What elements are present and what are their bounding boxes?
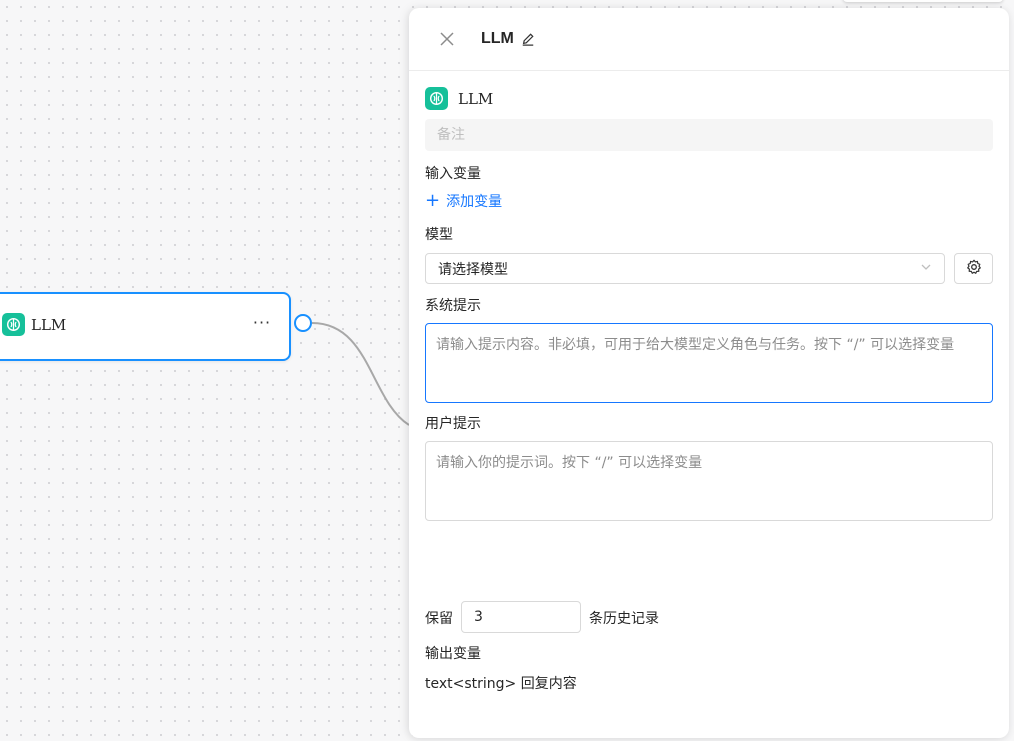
more-icon[interactable]: ··· xyxy=(250,310,274,334)
add-variable-label: 添加变量 xyxy=(446,194,503,210)
llm-node-title: LLM xyxy=(31,315,67,334)
node-output-handle[interactable] xyxy=(294,314,312,332)
llm-node-header: LLM xyxy=(2,313,66,336)
system-prompt-input[interactable] xyxy=(425,323,993,403)
gear-icon xyxy=(966,259,982,279)
history-suffix-label: 条历史记录 xyxy=(589,611,659,627)
plus-icon: + xyxy=(425,190,441,211)
edit-icon[interactable] xyxy=(520,31,536,47)
chevron-down-icon xyxy=(920,261,932,277)
system-prompt-label: 系统提示 xyxy=(425,298,481,314)
input-vars-label: 输入变量 xyxy=(425,166,481,182)
panel-title: LLM xyxy=(481,30,514,47)
top-popover-edge xyxy=(843,0,1003,2)
panel-node-row: LLM xyxy=(425,87,493,110)
history-prefix-label: 保留 xyxy=(425,611,453,627)
user-prompt-label: 用户提示 xyxy=(425,416,481,432)
panel-header: LLM xyxy=(409,8,1009,71)
close-icon[interactable] xyxy=(437,29,457,49)
output-vars-label: 输出变量 xyxy=(425,646,481,662)
panel-node-name: LLM xyxy=(458,89,494,108)
history-count-input[interactable] xyxy=(461,601,581,633)
remark-input[interactable] xyxy=(425,119,993,151)
model-settings-button[interactable] xyxy=(954,253,993,284)
model-label: 模型 xyxy=(425,227,453,243)
llm-brain-icon xyxy=(2,313,25,336)
llm-node[interactable]: LLM ··· xyxy=(0,292,291,361)
node-config-panel: LLM LLM 输入变量 + 添加变量 模型 请选择模型 xyxy=(409,8,1009,738)
user-prompt-input[interactable] xyxy=(425,441,993,521)
llm-brain-icon xyxy=(425,87,448,110)
output-var-item: text<string> 回复内容 xyxy=(425,676,577,692)
model-select[interactable]: 请选择模型 xyxy=(425,253,945,284)
model-select-value: 请选择模型 xyxy=(438,261,508,278)
add-variable-button[interactable]: + 添加变量 xyxy=(425,191,502,211)
